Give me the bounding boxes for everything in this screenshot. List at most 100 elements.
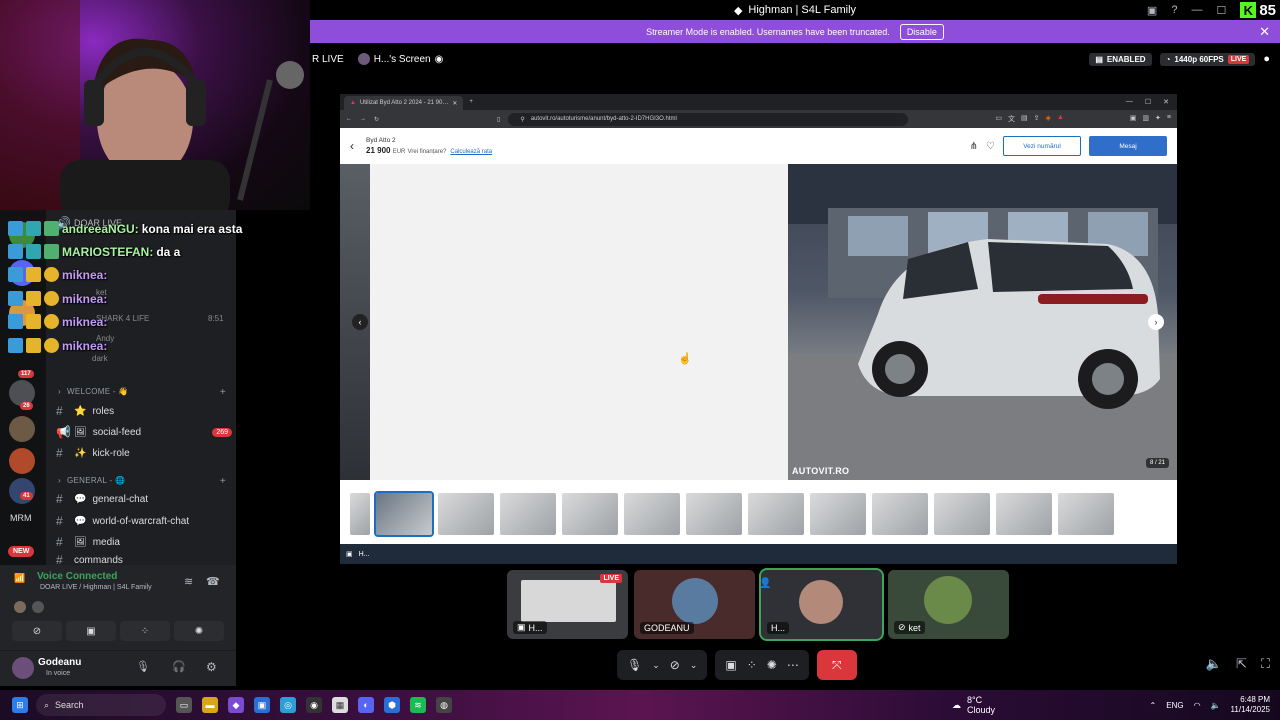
photo-thumbnail[interactable] [810, 493, 866, 535]
share-icon[interactable]: ⋔ [970, 141, 978, 152]
photo-thumbnail[interactable] [350, 493, 370, 535]
back-icon[interactable]: ← [346, 116, 352, 122]
bookmark-icon[interactable]: ▯ [497, 116, 500, 123]
windows-start-icon[interactable]: ⊞ [12, 697, 28, 713]
close-tab-icon[interactable]: ✕ [452, 100, 457, 107]
photo-thumbnail[interactable] [996, 493, 1052, 535]
close-icon[interactable]: ✕ [1163, 98, 1169, 106]
forward-icon[interactable]: → [360, 116, 366, 122]
channel-media[interactable]: # 🖼 media [56, 535, 232, 549]
screen-share-button[interactable]: ▣ [66, 621, 116, 641]
username[interactable]: Godeanu [38, 657, 81, 668]
channel-social-feed[interactable]: 📢 🖼 social-feed 269 [56, 425, 232, 439]
wifi-icon[interactable]: ◠ [1194, 701, 1201, 710]
taskbar-search[interactable]: ⌕ Search [36, 694, 166, 716]
photo-thumbnail[interactable] [686, 493, 742, 535]
share-icon[interactable]: ⇪ [1034, 114, 1040, 124]
minimize-icon[interactable]: — [1191, 4, 1202, 16]
close-icon[interactable]: ✕ [1259, 24, 1270, 40]
add-channel-icon[interactable]: + [220, 387, 226, 398]
category-general[interactable]: › GENERAL - 🌐 + [58, 476, 226, 487]
participant-tile-speaking[interactable]: ⌄ 👤 H... [759, 568, 884, 641]
soundboard-button[interactable]: ✺ [174, 621, 224, 641]
server-icon[interactable] [9, 416, 35, 442]
back-arrow-icon[interactable]: ‹ [350, 139, 354, 153]
extension-icon[interactable]: ✦ [1155, 114, 1161, 124]
menu-icon[interactable]: ≡ [1167, 114, 1171, 124]
channel-commands[interactable]: # commands [56, 555, 232, 565]
microphone-icon[interactable]: 🎙 [136, 660, 150, 673]
sidebar-icon[interactable]: ▥ [1142, 114, 1149, 124]
file-explorer-icon[interactable]: ▬ [202, 697, 218, 713]
camera-off-button[interactable]: ⊘ [12, 621, 62, 641]
help-icon[interactable]: ? [1171, 4, 1177, 16]
screen-share-icon[interactable]: ▣ [725, 658, 736, 672]
photo-thumbnail[interactable] [934, 493, 990, 535]
photo-thumbnail[interactable] [374, 491, 434, 537]
volume-icon[interactable]: 🔈 [1211, 701, 1221, 710]
chat-bubble-icon[interactable]: ● [1263, 53, 1270, 65]
settings-gear-icon[interactable]: ⚙ [206, 660, 217, 674]
page-icon[interactable]: ▤ [1021, 114, 1028, 124]
photo-thumbnail[interactable] [872, 493, 928, 535]
server-new-badge[interactable]: NEW [8, 546, 35, 557]
reload-icon[interactable]: ↻ [374, 116, 379, 123]
app-icon[interactable]: ⬢ [384, 697, 400, 713]
headphones-icon[interactable]: 🎧 [172, 660, 186, 673]
participant-tile-godeanu[interactable]: GODEANU [634, 570, 755, 639]
avatar[interactable] [12, 657, 34, 679]
app-icon[interactable]: ◉ [306, 697, 322, 713]
discord-icon[interactable]: ◐ [358, 697, 374, 713]
add-channel-icon[interactable]: + [220, 476, 226, 487]
translate-icon[interactable]: 文 [1008, 114, 1015, 124]
next-photo-button[interactable]: › [1148, 314, 1164, 330]
chevron-up-icon[interactable]: ⌃ [1150, 701, 1157, 710]
clock[interactable]: 6:48 PM 11/14/2025 [1231, 695, 1270, 715]
participant-tile-screen[interactable]: LIVE ▣ H... [507, 570, 628, 639]
activities-button[interactable]: ⁘ [120, 621, 170, 641]
volume-icon[interactable]: ◉ [435, 54, 444, 65]
add-user-icon[interactable]: 👤 [761, 578, 771, 589]
activities-icon[interactable]: ⁘ [747, 658, 757, 672]
server-icon[interactable] [9, 448, 35, 474]
rewards-icon[interactable]: ▲ [1057, 114, 1064, 124]
calculate-rate-link[interactable]: Calculează rata [450, 149, 492, 155]
server-mrm[interactable]: MRM [10, 513, 32, 523]
photo-thumbnail[interactable] [1058, 493, 1114, 535]
app-icon[interactable]: ◍ [436, 697, 452, 713]
previous-photo-button[interactable]: ‹ [352, 314, 368, 330]
more-options-icon[interactable]: ⋯ [787, 658, 799, 672]
server-icon[interactable] [9, 478, 35, 504]
disable-button[interactable]: Disable [899, 23, 944, 40]
popout-icon[interactable]: ⇱ [1236, 656, 1247, 672]
chevron-down-icon[interactable]: ⌄ [652, 660, 660, 671]
noise-suppression-icon[interactable]: ≋ [184, 575, 193, 588]
microphone-icon[interactable]: 🎙 [627, 658, 642, 672]
channel-general-chat[interactable]: # 💬 general-chat [56, 492, 232, 506]
channel-wow-chat[interactable]: # 💬 world-of-warcraft-chat [56, 514, 232, 528]
camera-off-icon[interactable]: ⊘ [670, 658, 680, 672]
brave-shield-icon[interactable]: ◈ [1045, 114, 1050, 124]
volume-icon[interactable]: 🔈 [1206, 656, 1222, 672]
spotify-icon[interactable]: ≋ [410, 697, 426, 713]
heart-icon[interactable]: ♡ [986, 141, 995, 152]
show-number-button[interactable]: Vezi numărul [1003, 136, 1081, 156]
task-view-icon[interactable]: ▭ [176, 697, 192, 713]
participant-tile-ket[interactable]: ⊘ ket [888, 570, 1009, 639]
photo-thumbnail[interactable] [748, 493, 804, 535]
maximize-icon[interactable]: ☐ [1145, 98, 1151, 106]
chevron-down-icon[interactable]: ⌄ [690, 660, 698, 671]
new-tab-icon[interactable]: + [469, 99, 473, 105]
minimize-icon[interactable]: — [1126, 98, 1133, 106]
voice-status[interactable]: Voice Connected [37, 571, 117, 582]
fullscreen-icon[interactable]: ⛶ [1261, 656, 1270, 672]
photo-thumbnail[interactable] [438, 493, 494, 535]
maximize-icon[interactable]: ☐ [1216, 4, 1226, 17]
app-icon[interactable]: ▣ [254, 697, 270, 713]
car-photo[interactable]: AUTOVIT.RO 8 / 21 [788, 164, 1177, 480]
category-welcome[interactable]: › WELCOME - 👋 + [58, 387, 226, 398]
inbox-icon[interactable]: ▣ [1147, 4, 1157, 17]
store-icon[interactable]: ▦ [332, 697, 348, 713]
quality-pill[interactable]: ◔ 1440p 60FPS LIVE [1159, 52, 1256, 66]
wallet-icon[interactable]: ▣ [1130, 114, 1137, 124]
